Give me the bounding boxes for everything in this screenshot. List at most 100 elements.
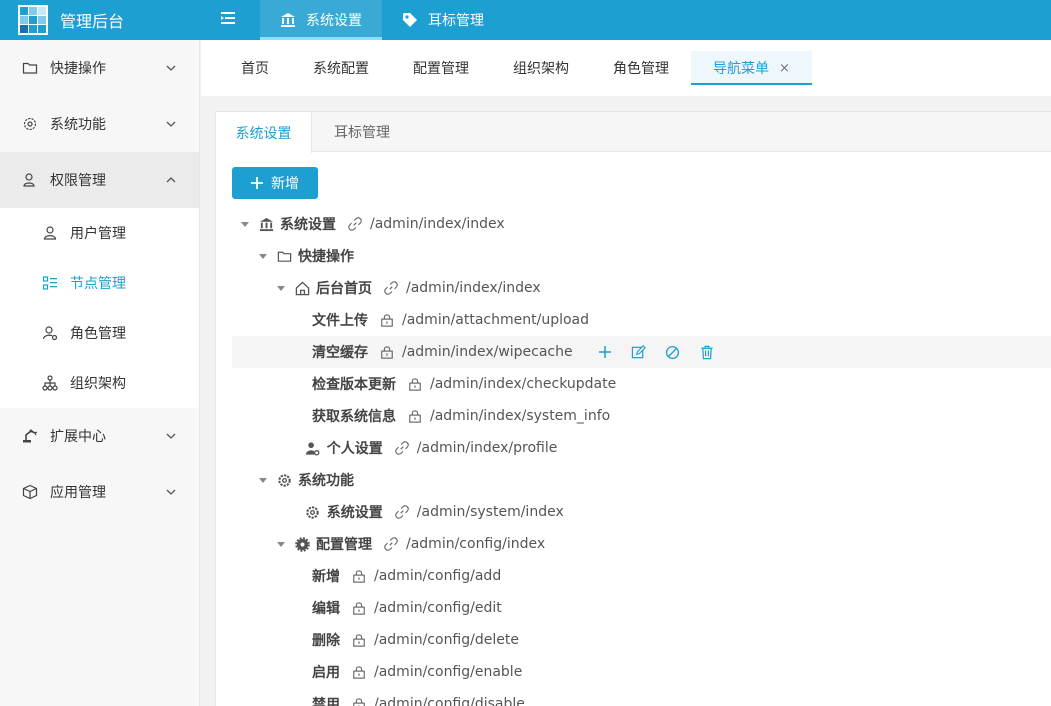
tree-node[interactable]: 获取系统信息/admin/index/system_info bbox=[232, 400, 1051, 432]
tree-node[interactable]: 禁用/admin/config/disable bbox=[232, 688, 1051, 706]
tree-node-title: 禁用 bbox=[312, 697, 340, 706]
tree-node[interactable]: 新增/admin/config/add bbox=[232, 560, 1051, 592]
sidebar-item-label: 扩展中心 bbox=[50, 429, 106, 445]
tree-node-title: 系统设置 bbox=[326, 505, 383, 521]
tree-node-path: /admin/index/wipecache bbox=[402, 344, 573, 360]
chevron-down-icon bbox=[165, 62, 177, 74]
edit-icon[interactable] bbox=[631, 344, 647, 360]
sidebar-item-user-management[interactable]: 用户管理 bbox=[0, 208, 199, 258]
tree-node[interactable]: 文件上传/admin/attachment/upload bbox=[232, 304, 1051, 336]
chevron-down-icon bbox=[165, 118, 177, 130]
user-gear-icon bbox=[42, 325, 58, 341]
tree-node-title: 后台首页 bbox=[316, 281, 372, 297]
lock-icon bbox=[352, 665, 366, 679]
tree-node-title: 启用 bbox=[312, 665, 340, 681]
sidebar-item-app-management[interactable]: 应用管理 bbox=[0, 464, 199, 520]
tab-label: 配置管理 bbox=[413, 61, 469, 77]
tab-label: 系统配置 bbox=[313, 61, 369, 77]
tree-node-title: 删除 bbox=[312, 633, 340, 649]
menu-toggle-button[interactable] bbox=[214, 0, 244, 40]
top-nav: 系统设置 耳标管理 bbox=[260, 0, 504, 40]
caret-down-icon[interactable] bbox=[240, 219, 250, 229]
link-icon bbox=[394, 441, 409, 455]
top-nav-label: 耳标管理 bbox=[428, 13, 484, 29]
app-logo-area[interactable]: 管理后台 bbox=[0, 0, 200, 40]
add-button-label: 新增 bbox=[271, 176, 299, 192]
list-icon bbox=[42, 275, 58, 291]
module-tabs: 系统设置 耳标管理 bbox=[216, 112, 1051, 153]
tree-node[interactable]: 配置管理/admin/config/index bbox=[232, 528, 1051, 560]
tab-system-settings[interactable]: 系统设置 bbox=[216, 112, 312, 153]
tab-system-config[interactable]: 系统配置 bbox=[291, 40, 391, 96]
tab-ear-tag[interactable]: 耳标管理 bbox=[312, 112, 412, 151]
sidebar-item-role-management[interactable]: 角色管理 bbox=[0, 308, 199, 358]
sidebar-item-label: 快捷操作 bbox=[50, 61, 106, 77]
folder-icon bbox=[22, 60, 38, 76]
add-button[interactable]: 新增 bbox=[232, 167, 318, 199]
tree-node[interactable]: 后台首页/admin/index/index bbox=[232, 272, 1051, 304]
disable-icon[interactable] bbox=[665, 344, 681, 360]
top-nav-ear-tag[interactable]: 耳标管理 bbox=[382, 0, 504, 40]
tree-node-path: /admin/index/checkupdate bbox=[430, 376, 617, 392]
sidebar-item-label: 用户管理 bbox=[70, 226, 126, 242]
sidebar-item-extensions[interactable]: 扩展中心 bbox=[0, 408, 199, 464]
caret-down-icon[interactable] bbox=[258, 251, 268, 261]
tree-node-path: /admin/attachment/upload bbox=[402, 312, 590, 328]
top-nav-system-settings[interactable]: 系统设置 bbox=[260, 0, 382, 40]
gear-icon bbox=[305, 504, 321, 520]
caret-down-icon[interactable] bbox=[258, 475, 268, 485]
tab-nav-menu[interactable]: 导航菜单 × bbox=[691, 51, 812, 85]
link-icon bbox=[384, 281, 398, 295]
sidebar-item-org-structure[interactable]: 组织架构 bbox=[0, 358, 199, 408]
menu-toggle-icon bbox=[221, 11, 237, 29]
sidebar-item-node-management[interactable]: 节点管理 bbox=[0, 258, 199, 308]
add-child-icon[interactable] bbox=[597, 344, 613, 360]
trash-icon[interactable] bbox=[699, 344, 715, 360]
tree-node[interactable]: 个人设置/admin/index/profile bbox=[232, 432, 1051, 464]
gear-icon bbox=[22, 116, 38, 132]
sidebar-submenu: 用户管理 节点管理 角色管理 组织架构 bbox=[0, 208, 199, 408]
tree-node[interactable]: 检查版本更新/admin/index/checkupdate bbox=[232, 368, 1051, 400]
sidebar-item-quick-ops[interactable]: 快捷操作 bbox=[0, 40, 199, 96]
folder-icon bbox=[276, 248, 292, 264]
tag-icon bbox=[402, 12, 418, 28]
sidebar-item-permissions[interactable]: 权限管理 bbox=[0, 152, 199, 208]
tab-label: 耳标管理 bbox=[334, 124, 390, 141]
tree-node-title: 清空缓存 bbox=[312, 345, 368, 361]
tree-node[interactable]: 系统设置/admin/index/index bbox=[232, 208, 1051, 240]
tree-node[interactable]: 系统功能 bbox=[232, 464, 1051, 496]
tab-home[interactable]: 首页 bbox=[219, 40, 291, 96]
tree-node-path: /admin/index/index bbox=[370, 216, 505, 232]
tree-node-path: /admin/system/index bbox=[416, 504, 564, 520]
box-icon bbox=[22, 484, 38, 500]
tree-node-path: /admin/config/add bbox=[374, 568, 502, 584]
tree-node[interactable]: 系统设置/admin/system/index bbox=[232, 496, 1051, 528]
tree-node[interactable]: 启用/admin/config/enable bbox=[232, 656, 1051, 688]
tab-role-management[interactable]: 角色管理 bbox=[591, 40, 691, 96]
lock-icon bbox=[408, 409, 422, 423]
tab-org-structure[interactable]: 组织架构 bbox=[491, 40, 591, 96]
user-gear-icon bbox=[305, 440, 321, 456]
plus-icon bbox=[251, 177, 263, 189]
close-icon[interactable]: × bbox=[779, 61, 790, 76]
tab-config-management[interactable]: 配置管理 bbox=[391, 40, 491, 96]
tree-node[interactable]: 删除/admin/config/delete bbox=[232, 624, 1051, 656]
main-content: 系统设置 耳标管理 新增 系统设置/admin/index/index 快捷操作后… bbox=[215, 111, 1051, 706]
chevron-down-icon bbox=[165, 486, 177, 498]
caret-down-icon[interactable] bbox=[276, 539, 286, 549]
tree-node[interactable]: 快捷操作 bbox=[232, 240, 1051, 272]
tree-node-title: 新增 bbox=[312, 569, 340, 585]
caret-down-icon[interactable] bbox=[276, 283, 286, 293]
lock-icon bbox=[380, 313, 394, 327]
sidebar-item-system-functions[interactable]: 系统功能 bbox=[0, 96, 199, 152]
tree-node-title: 配置管理 bbox=[316, 537, 372, 553]
tree-node-title: 获取系统信息 bbox=[312, 409, 396, 425]
tree-node-path: /admin/config/index bbox=[406, 536, 546, 552]
tree-node[interactable]: 清空缓存/admin/index/wipecache bbox=[232, 336, 1051, 368]
tree-node[interactable]: 编辑/admin/config/edit bbox=[232, 592, 1051, 624]
